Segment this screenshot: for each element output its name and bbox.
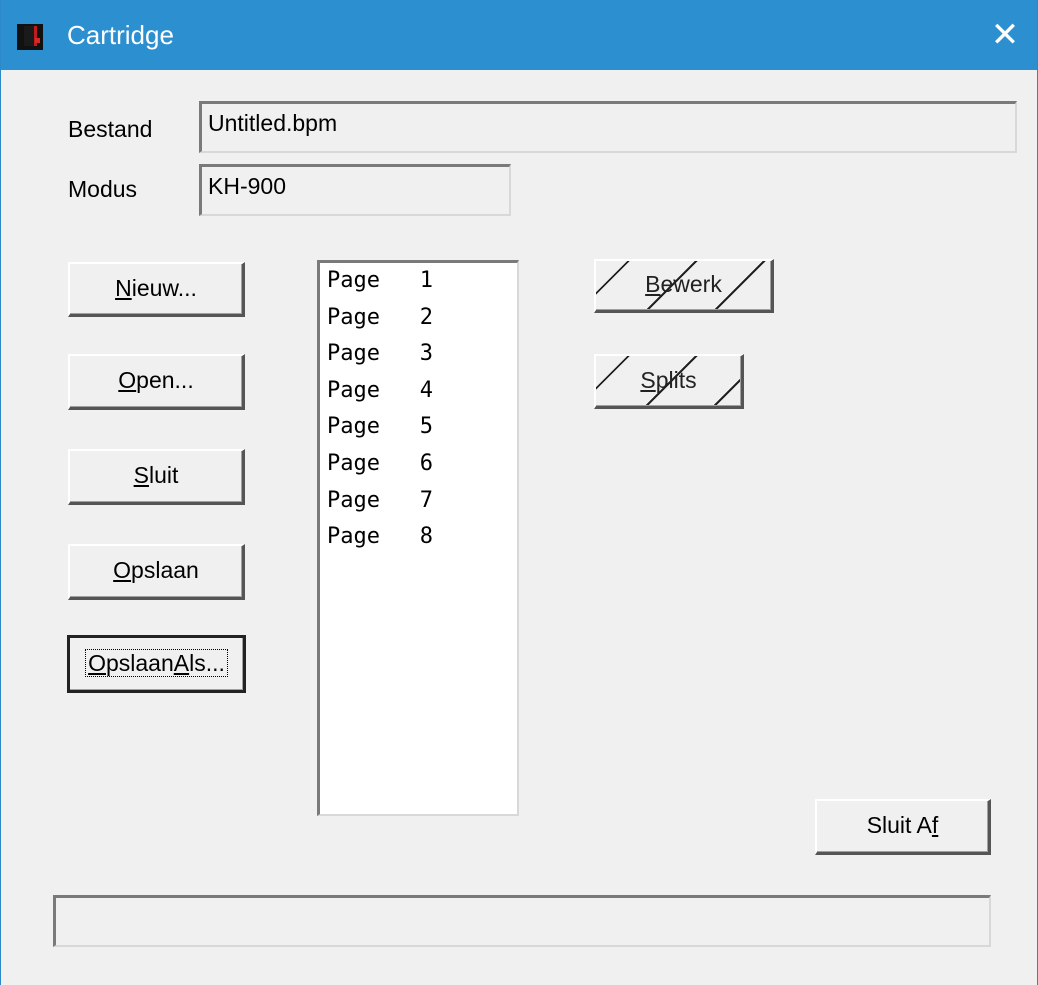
sluit-af-accel: f [931, 812, 939, 838]
sluit-af-button[interactable]: Sluit Af [815, 799, 991, 855]
opslaan-als-label-post: ls... [189, 650, 225, 676]
cartridge-app-icon[interactable] [17, 24, 43, 50]
cartridge-window: Cartridge ✕ Bestand Untitled.bpm Modus K… [0, 0, 1038, 985]
opslaan-als-button[interactable]: Opslaan Als... [67, 635, 246, 693]
list-item[interactable]: Page 3 [320, 336, 517, 373]
list-item[interactable]: Page 7 [320, 483, 517, 520]
nieuw-button[interactable]: Nieuw... [68, 262, 245, 317]
opslaan-accel: O [113, 557, 132, 583]
open-label-post: pen... [136, 367, 194, 393]
list-item[interactable]: Page 8 [320, 519, 517, 556]
list-item[interactable]: Page 5 [320, 409, 517, 446]
opslaan-als-label-mid: pslaan [105, 650, 174, 676]
focus-rectangle: Opslaan Als... [85, 649, 228, 677]
opslaan-als-accel2: A [173, 650, 190, 676]
bewerk-button[interactable]: Bewerk [594, 259, 774, 313]
splits-label-post: plits [655, 367, 697, 393]
bewerk-label-post: ewerk [660, 271, 722, 297]
window-title: Cartridge [67, 20, 174, 50]
modus-field: KH-900 [199, 164, 511, 216]
sluit-af-label-pre: Sluit A [866, 812, 932, 838]
bestand-field: Untitled.bpm [199, 101, 1017, 153]
opslaan-label-post: pslaan [131, 557, 199, 583]
list-item[interactable]: Page 2 [320, 300, 517, 337]
pages-listbox[interactable]: Page 1 Page 2 Page 3 Page 4 Page 5 Page … [317, 260, 519, 816]
list-item[interactable]: Page 6 [320, 446, 517, 483]
splits-accel: S [640, 367, 656, 393]
list-item[interactable]: Page 4 [320, 373, 517, 410]
bestand-label: Bestand [68, 116, 153, 142]
list-item[interactable]: Page 1 [320, 263, 517, 300]
opslaan-button[interactable]: Opslaan [68, 544, 245, 600]
nieuw-accel: N [115, 275, 132, 301]
title-bar[interactable]: Cartridge ✕ [1, 0, 1037, 70]
modus-label: Modus [68, 176, 138, 202]
bewerk-accel: B [645, 271, 661, 297]
status-bar [53, 895, 991, 947]
close-icon[interactable]: ✕ [973, 0, 1037, 70]
sluit-label-post: luit [148, 462, 179, 488]
open-button[interactable]: Open... [68, 354, 245, 410]
open-accel: O [118, 367, 137, 393]
sluit-button[interactable]: Sluit [68, 449, 245, 505]
sluit-accel: S [133, 462, 149, 488]
nieuw-label-post: ieuw... [131, 275, 197, 301]
opslaan-als-accel: O [88, 650, 106, 676]
splits-button[interactable]: Splits [594, 354, 744, 409]
